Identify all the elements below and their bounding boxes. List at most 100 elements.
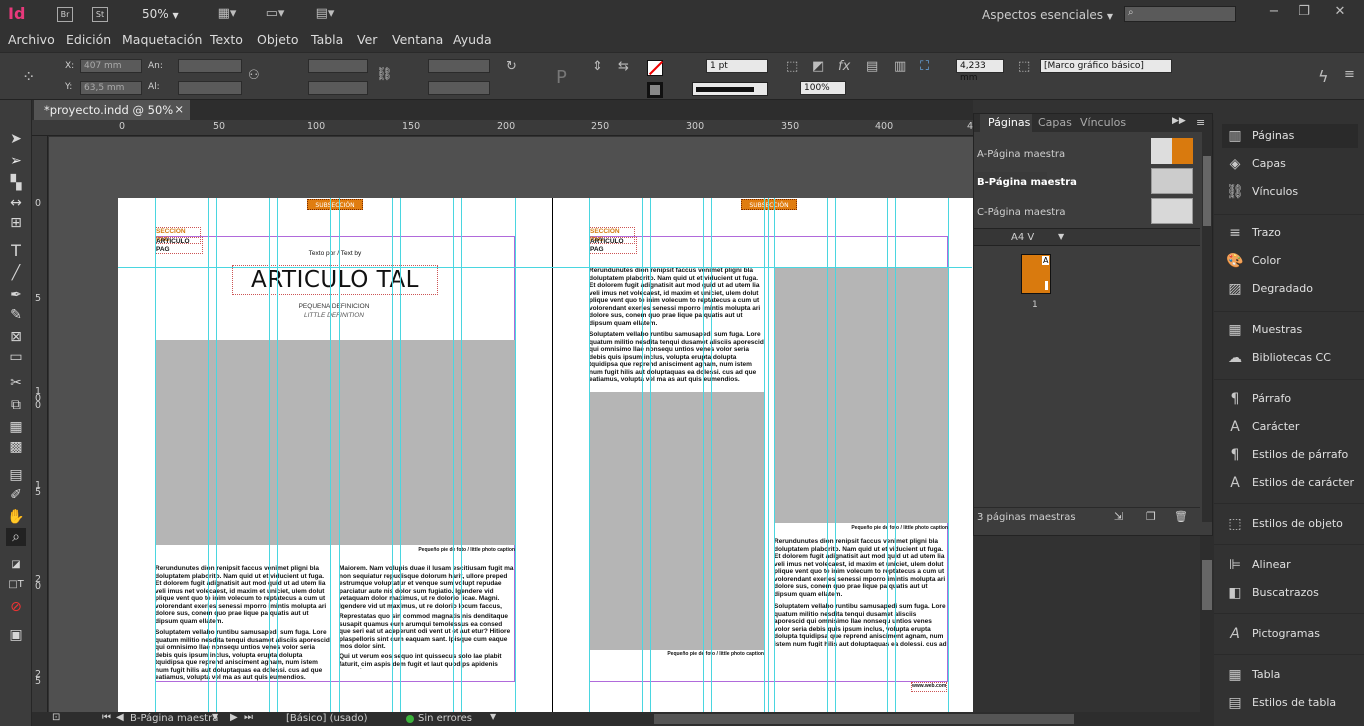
dock-color[interactable]: 🎨 Color [1222, 249, 1358, 273]
last-page-button[interactable]: ⏭ [244, 712, 253, 723]
column-guide[interactable] [774, 198, 775, 712]
panel-menu-icon[interactable]: ≡ [1344, 67, 1355, 82]
object-style-dropdown[interactable]: [Marco gráfico básico] [1040, 59, 1172, 73]
column-guide[interactable] [827, 198, 828, 712]
left-articulo-pag[interactable]: ARTÍCULO PAG [155, 237, 203, 254]
column-guide[interactable] [650, 198, 651, 712]
left-body-col1-b[interactable]: Soluptatem vellabo runtibu samusapedi su… [155, 629, 330, 681]
column-guide[interactable] [400, 198, 401, 712]
gradient-feather-tool-icon[interactable]: ▩ [6, 438, 26, 456]
chevron-down-icon[interactable]: ▼ [490, 712, 496, 721]
flip-icon[interactable]: P [556, 67, 567, 88]
selection-tool-icon[interactable]: ➤ [6, 130, 26, 148]
stroke-type-dropdown[interactable] [692, 82, 768, 96]
tab-paginas[interactable]: Páginas [980, 114, 1032, 132]
free-transform-tool-icon[interactable]: ⧉ [6, 396, 26, 414]
dock-caracter[interactable]: A Carácter [1222, 415, 1358, 439]
column-guide[interactable] [269, 198, 270, 712]
menu-ventana[interactable]: Ventana [392, 32, 443, 47]
tab-capas[interactable]: Capas [1038, 114, 1072, 132]
object-style-icon[interactable]: ⬚ [1018, 59, 1030, 74]
right-body-col2-a[interactable]: Rerundunutes dion renipsit faccus venime… [774, 538, 948, 598]
rotation-field[interactable] [428, 59, 490, 73]
column-guide[interactable] [895, 198, 896, 712]
text-wrap-icon[interactable]: ⬚ [786, 59, 798, 74]
apply-none-icon[interactable]: ⊘ [6, 598, 26, 616]
quick-apply-icon[interactable]: ϟ [1318, 67, 1329, 86]
master-c[interactable]: C-Página maestra [977, 207, 1065, 218]
rectangle-frame-tool-icon[interactable]: ⊠ [6, 328, 26, 346]
column-guide[interactable] [461, 198, 462, 712]
screen-mode-icon[interactable]: ▣ [6, 626, 26, 644]
column-guide[interactable] [208, 198, 209, 712]
style-status[interactable]: [Básico] (usado) [286, 713, 368, 724]
column-guide[interactable] [339, 198, 340, 712]
page-tool-icon[interactable]: ▚ [6, 174, 26, 192]
collapse-panel-icon[interactable]: ▶▶ [1172, 116, 1186, 126]
page-size-selector[interactable]: A4 V [1011, 232, 1034, 243]
new-page-icon[interactable]: ❐ [1146, 510, 1156, 523]
article-title[interactable]: ARTICULO TAL [232, 265, 438, 295]
dock-trazo[interactable]: ≡ Trazo [1222, 221, 1358, 245]
page-selector[interactable]: B-Página maestra [130, 713, 218, 724]
pencil-tool-icon[interactable]: ✎ [6, 306, 26, 324]
delete-page-icon[interactable]: 🗑 [1174, 510, 1188, 523]
column-guide[interactable] [835, 198, 836, 712]
panel-menu-icon[interactable]: ≡ [1196, 116, 1205, 129]
dock-estilos-tabla[interactable]: ▤ Estilos de tabla [1222, 691, 1358, 715]
right-image-frame-bottom[interactable] [589, 392, 764, 650]
left-body-col2-c[interactable]: Qui ut verum eos sequo int quissecus sol… [339, 653, 515, 669]
scrollbar-thumb[interactable] [1203, 156, 1211, 226]
line-tool-icon[interactable]: ╱ [6, 264, 26, 282]
vertical-ruler[interactable]: 0 5 1 0 0 1 5 2 0 2 5 [32, 136, 48, 712]
right-articulo-pag[interactable]: ARTÍCULO PAG [589, 237, 637, 254]
column-guide[interactable] [703, 198, 704, 712]
dock-degradado[interactable]: ▨ Degradado [1222, 277, 1358, 301]
select-next-icon[interactable]: ⇆ [618, 59, 629, 74]
pequena-definicion[interactable]: PEQUEÑA DEFINICIÓN [279, 303, 389, 311]
menu-ver[interactable]: Ver [357, 32, 377, 47]
type-tool-icon[interactable]: T [6, 242, 26, 260]
column-guide[interactable] [330, 198, 331, 712]
master-a-thumbnail[interactable] [1151, 138, 1193, 164]
menu-edicion[interactable]: Edición [66, 32, 111, 47]
master-b[interactable]: B-Página maestra [977, 177, 1077, 188]
gradient-swatch-tool-icon[interactable]: ▦ [6, 418, 26, 436]
dock-capas[interactable]: ◈ Capas [1222, 152, 1358, 176]
zoom-tool-icon[interactable]: ⌕ [6, 528, 26, 546]
close-icon[interactable]: × [174, 102, 184, 116]
search-input[interactable]: ⌕ [1124, 6, 1236, 22]
zoom-dropdown[interactable]: 50% ▼ [142, 7, 179, 21]
restore-button[interactable]: ❐ [1296, 4, 1312, 19]
direct-selection-tool-icon[interactable]: ➢ [6, 152, 26, 170]
minimize-button[interactable]: − [1266, 4, 1282, 19]
rectangle-tool-icon[interactable]: ▭ [6, 348, 26, 366]
right-body-col2-b[interactable]: Soluptatem vellabo runtibu samusapedi su… [774, 603, 948, 647]
document-tab[interactable]: *proyecto.indd @ 50% × [34, 100, 190, 120]
stock-button[interactable]: St [92, 7, 108, 22]
preflight-status[interactable]: Sin errores [418, 713, 472, 724]
formatting-affects-text-icon[interactable]: □T [6, 576, 26, 594]
horizontal-scrollbar[interactable] [654, 714, 1074, 724]
column-guide[interactable] [642, 198, 643, 712]
first-page-button[interactable]: ⏮ [102, 712, 111, 723]
master-c-thumbnail[interactable] [1151, 198, 1193, 224]
menu-archivo[interactable]: Archivo [8, 32, 55, 47]
horizontal-ruler[interactable]: 0 50 100 150 200 250 300 350 400 4 [32, 120, 973, 136]
chevron-down-icon[interactable]: ▼ [212, 712, 218, 721]
scrollbar-thumb[interactable] [1202, 560, 1212, 610]
little-definition[interactable]: LITTLE DEFINITION [279, 312, 389, 320]
column-guide[interactable] [216, 198, 217, 712]
panel-divider[interactable] [974, 228, 1200, 246]
dock-alinear[interactable]: ⊫ Alinear [1222, 553, 1358, 577]
menu-objeto[interactable]: Objeto [257, 32, 299, 47]
tab-vinculos[interactable]: Vínculos [1080, 114, 1126, 132]
y-field[interactable]: 63,5 mm [80, 81, 142, 95]
fill-stroke-icon[interactable]: ◪ [6, 556, 26, 574]
arrange-documents-button[interactable]: ▤▾ [310, 6, 340, 21]
right-caption-top[interactable]: Pequeño pie de foto / little photo capti… [824, 525, 948, 533]
scale-x-field[interactable] [308, 59, 368, 73]
master-a[interactable]: A-Página maestra [977, 149, 1065, 160]
column-guide[interactable] [155, 198, 156, 712]
scissors-tool-icon[interactable]: ✂ [6, 374, 26, 392]
